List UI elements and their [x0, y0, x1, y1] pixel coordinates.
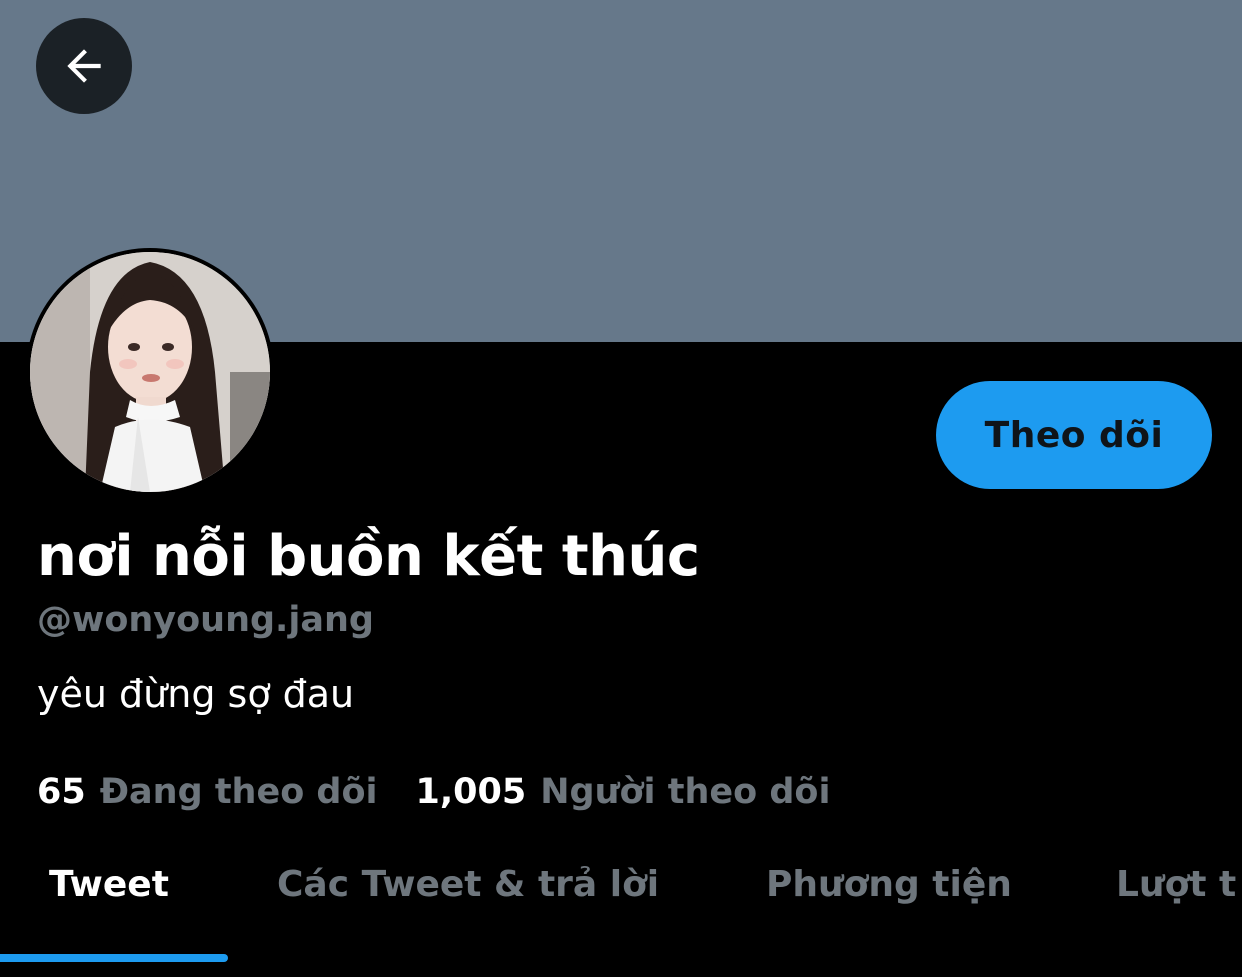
- profile-tabs: Tweet Các Tweet & trả lời Phương tiện Lư…: [0, 850, 1242, 977]
- following-count: 65: [37, 772, 86, 812]
- avatar[interactable]: [26, 248, 274, 496]
- arrow-left-icon: [67, 49, 101, 83]
- tab-tweets[interactable]: Tweet: [49, 864, 169, 905]
- follow-stats: 65 Đang theo dõi 1,005 Người theo dõi: [37, 772, 830, 812]
- avatar-image: [30, 252, 270, 492]
- active-tab-indicator: [0, 954, 228, 962]
- following-label: Đang theo dõi: [99, 772, 378, 812]
- tab-media[interactable]: Phương tiện: [766, 864, 1012, 905]
- username-handle: @wonyoung.jang: [37, 600, 374, 640]
- tab-tweets-and-replies[interactable]: Các Tweet & trả lời: [277, 864, 659, 905]
- tab-likes[interactable]: Lượt t: [1116, 864, 1236, 905]
- profile-bio: yêu đừng sợ đau: [37, 672, 355, 716]
- following-link[interactable]: 65 Đang theo dõi: [37, 772, 378, 812]
- back-button[interactable]: [36, 18, 132, 114]
- followers-link[interactable]: 1,005 Người theo dõi: [416, 772, 831, 812]
- followers-count: 1,005: [415, 772, 527, 812]
- followers-label: Người theo dõi: [540, 772, 831, 812]
- display-name: nơi nỗi buồn kết thúc: [37, 524, 700, 589]
- follow-button[interactable]: Theo dõi: [936, 381, 1212, 489]
